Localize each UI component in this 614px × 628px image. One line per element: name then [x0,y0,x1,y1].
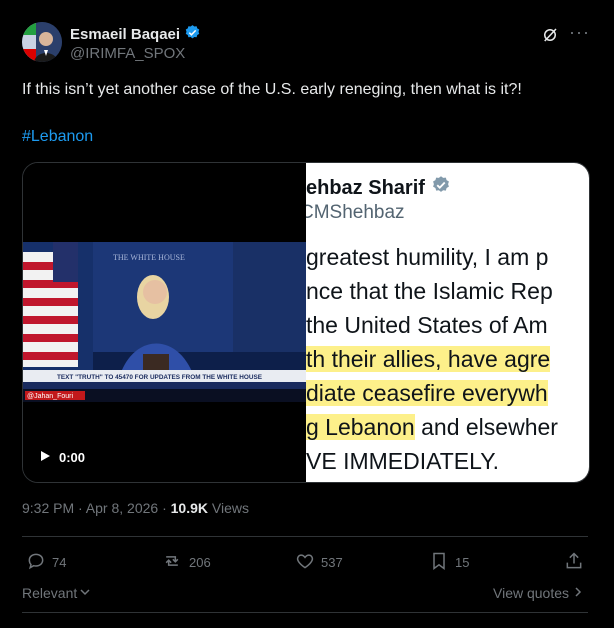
share-icon [564,551,584,574]
bookmark-count: 15 [455,555,470,570]
like-button[interactable]: 537 [295,551,343,574]
share-button[interactable] [564,551,584,574]
play-control[interactable]: 0:00 [39,450,85,465]
bookmark-button[interactable]: 15 [429,551,469,574]
embedded-line: nce that the Islamic Rep [306,278,553,305]
embedded-line-text: and elsewher [414,414,558,440]
embedded-line-text: the United States of Am [306,312,548,338]
author-name[interactable]: Esmaeil Baqaei [70,24,201,45]
author-handle[interactable]: @IRIMFA_SPOX [70,45,185,62]
embedded-author-handle: CMShehbaz [306,202,405,223]
sort-dropdown[interactable]: Relevant [22,585,91,601]
views-count: 10.9K [170,500,208,516]
video-watermark: @Jahan_Fouri [27,393,73,400]
embedded-line: th their allies, have agre [306,346,551,373]
repost-icon [161,551,183,574]
divider [22,536,588,537]
video-chyron: TEXT "TRUTH" TO 45470 FOR UPDATES FROM T… [57,374,263,381]
avatar[interactable] [22,22,62,62]
video-frame: THE WHITE HOUSE TEXT "TRUTH" TO 45470 FO… [23,242,306,402]
embedded-line-text: VE IMMEDIATELY. [306,448,499,474]
backdrop-text: THE WHITE HOUSE [113,253,185,262]
embedded-line-text: greatest humility, I am p [306,244,549,270]
chevron-down-icon [79,585,91,601]
views-label: Views [208,500,249,516]
view-quotes-label: View quotes [493,585,570,601]
reply-button[interactable]: 74 [26,551,66,574]
video-time: 0:00 [59,450,86,465]
reply-count: 74 [52,555,67,570]
embedded-line: diate ceasefire everywh [306,380,548,407]
bookmark-icon [429,551,449,574]
chevron-right-icon [573,585,583,601]
divider [22,612,588,613]
embedded-line: g Lebanon and elsewher [306,414,558,441]
grok-icon[interactable] [541,26,559,44]
tweet-meta: 9:32 PM · Apr 8, 2026 · 10.9K Views [22,500,249,516]
repost-count: 206 [189,555,211,570]
embedded-tweet-image[interactable]: ehbaz Sharif CMShehbaz greatest humility… [306,163,589,482]
embedded-line-highlight: diate ceasefire everywh [306,380,548,406]
like-count: 537 [321,555,343,570]
embedded-verified-icon [431,175,451,201]
play-icon[interactable] [39,450,51,465]
tweet-text: If this isn’t yet another case of the U.… [22,81,522,98]
embedded-line: VE IMMEDIATELY. [306,448,499,475]
video-player[interactable]: THE WHITE HOUSE TEXT "TRUTH" TO 45470 FO… [23,163,306,482]
heart-icon [295,551,315,574]
embedded-author-name-text: ehbaz Sharif [306,176,425,199]
author-name-text[interactable]: Esmaeil Baqaei [70,26,180,43]
embedded-line: the United States of Am [306,312,548,339]
verified-badge-icon [184,24,201,45]
hashtag-link[interactable]: #Lebanon [22,128,93,146]
embedded-line-text: nce that the Islamic Rep [306,278,553,304]
embedded-author-name: ehbaz Sharif [306,175,451,201]
repost-button[interactable]: 206 [161,551,211,574]
media-container: THE WHITE HOUSE TEXT "TRUTH" TO 45470 FO… [22,162,590,483]
reply-icon [26,551,46,574]
sort-label: Relevant [22,585,78,601]
more-options-icon[interactable]: ··· [569,22,590,43]
view-quotes-link[interactable]: View quotes [493,585,583,601]
embedded-line-highlight: g Lebanon [306,414,415,440]
embedded-line: greatest humility, I am p [306,244,548,271]
timestamp[interactable]: 9:32 PM · Apr 8, 2026 · [22,500,171,516]
embedded-line-highlight: th their allies, have agre [306,346,551,372]
